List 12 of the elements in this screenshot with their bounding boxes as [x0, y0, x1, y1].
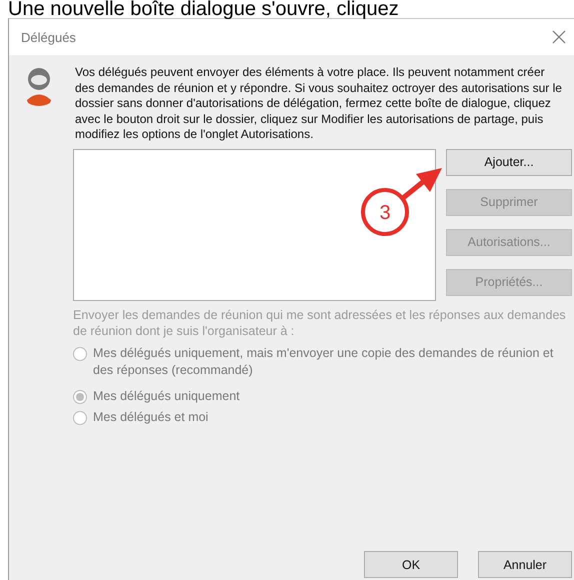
delegates-list[interactable] — [73, 148, 436, 300]
person-icon — [25, 67, 53, 107]
meeting-options-label: Envoyer les demandes de réunion qui me sont adressées et les réponses aux demandes de réunion dont je suis l'organisateur à : — [73, 306, 567, 338]
caption-text: Une nouvelle boîte dialogue s'ouvre, cliquez — [7, 0, 400, 18]
intro-text: Vos délégués peuvent envoyer des éléments à votre place. Ils peuvent notamment créer des demandes de réunion et y répondre. Si vous souhaitez octroyer des autorisations sur le dossier sans donner d'autorisations de délégation, fermez cette boîte de dialogue, cliquez avec le bouton droit sur le dossier, cliquez sur Modifier les autorisations de partage, puis modifiez les options de l'onglet Autorisations. — [75, 65, 563, 142]
annotation-marker: 3 — [361, 188, 409, 236]
annotation-arrow — [401, 168, 442, 200]
dialog-button[interactable]: Annuler — [478, 551, 572, 578]
close-icon[interactable] — [552, 30, 566, 44]
action-button[interactable]: Ajouter... — [446, 148, 572, 176]
window-title: Délégués — [21, 30, 76, 44]
dialog-button[interactable]: OK — [364, 551, 458, 578]
